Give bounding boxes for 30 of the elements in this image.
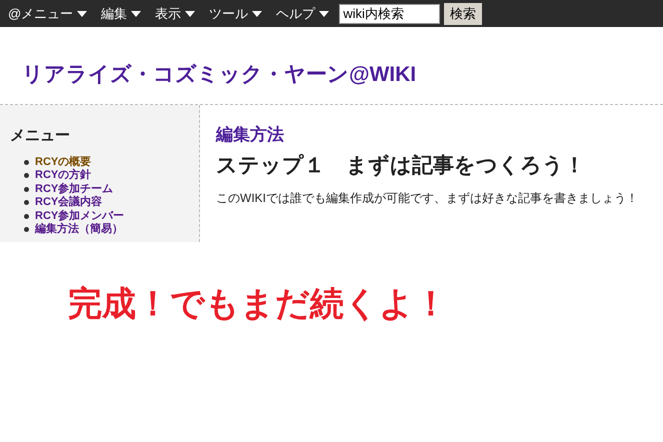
menu-button[interactable]: ツール	[209, 4, 262, 24]
bullet-icon	[24, 173, 29, 178]
sidebar-link[interactable]: RCYの方針	[35, 169, 92, 182]
menu-button[interactable]: @メニュー	[8, 4, 88, 24]
sidebar-link[interactable]: RCY参加チーム	[35, 182, 114, 196]
menu-button[interactable]: ヘルプ	[276, 4, 330, 24]
sidebar-link[interactable]: RCY会議内容	[35, 196, 102, 210]
sidebar-link[interactable]: 編集方法（簡易）	[35, 223, 123, 236]
overlay-caption: 完成！でもまだ続くよ！	[68, 284, 448, 325]
search-button[interactable]: 検索	[444, 2, 482, 24]
menu-button[interactable]: 編集	[101, 4, 142, 24]
bullet-icon	[24, 214, 29, 219]
bullet-icon	[24, 227, 29, 232]
bullet-icon	[24, 186, 29, 192]
page-title: 編集方法	[216, 124, 285, 146]
search-field[interactable]: wiki内検索	[339, 4, 440, 24]
sidebar-link[interactable]: RCY参加メンバー	[35, 210, 124, 223]
sidebar-link[interactable]: RCYの概要	[35, 156, 92, 169]
bullet-icon	[24, 200, 29, 206]
body-text: このWIKIでは誰でも編集作成が可能です、まずは好きな記事を書きましょう！	[216, 190, 638, 207]
caret-icon	[185, 10, 196, 16]
section-heading: ステップ１ まずは記事をつくろう！	[216, 152, 586, 179]
caret-icon	[131, 10, 142, 16]
caret-icon	[77, 10, 88, 16]
sidebar-heading: メニュー	[10, 126, 71, 146]
menu-button[interactable]: 表示	[155, 4, 196, 24]
caret-icon	[252, 10, 262, 16]
caret-icon	[319, 10, 330, 16]
bullet-icon	[24, 160, 29, 165]
site-title: リアライズ・コズミック・ヤーン@WIKI	[22, 62, 416, 88]
